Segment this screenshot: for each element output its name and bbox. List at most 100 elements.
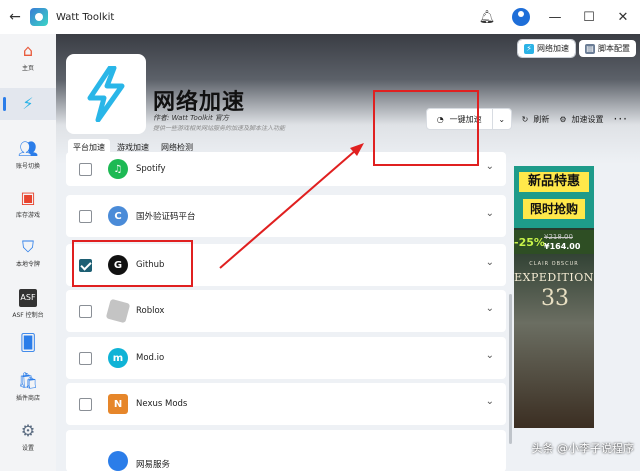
home-icon: ⌂: [22, 41, 34, 60]
description-text: 提供一些游戏相关网站服务的加速及脚本注入功能: [153, 125, 286, 132]
chevron-down-icon[interactable]: ⌄: [486, 208, 494, 219]
item-name: 网易服务: [136, 460, 171, 470]
shield-icon: ⛉: [21, 237, 34, 256]
ad-banner[interactable]: 新品特惠 限时抢购 -25% ¥218.00 ¥164.00 CLAIR OBS…: [514, 166, 594, 428]
sidebar-item-label: 设置: [21, 445, 34, 452]
settings-label: 加速设置: [571, 114, 604, 124]
sidebar-item-label: 库存游戏: [15, 212, 40, 219]
window-controls: 🔔︎ — ☐ ✕: [470, 0, 640, 34]
checkbox[interactable]: [79, 351, 92, 365]
watermark: 头条 @小李子说程序: [531, 442, 635, 455]
annotation-box-accelerate: [373, 90, 479, 166]
tab-label: 网络加速: [537, 44, 569, 53]
sidebar-item-library[interactable]: ▣ 库存游戏: [0, 188, 56, 220]
gear-icon: ⚙: [559, 114, 567, 124]
checkbox[interactable]: [79, 304, 92, 318]
lightning-icon: ⚡︎: [22, 94, 34, 113]
ad-subtitle: CLAIR OBSCUR: [529, 261, 579, 267]
chevron-down-icon[interactable]: ⌄: [486, 350, 494, 361]
sidebar-item-home[interactable]: ⌂ 主页: [0, 41, 56, 73]
page-title: 网络加速: [153, 90, 246, 115]
ad-line1: 新品特惠: [519, 172, 589, 192]
back-arrow-icon[interactable]: ←: [0, 9, 30, 25]
sidebar-item-authenticator[interactable]: ⛉ 本地令牌: [0, 237, 56, 269]
platform-list: ♫ Spotify ⌄ C 国外验证码平台 ⌄ G Github ⌄ Roblo…: [66, 152, 506, 471]
sidebar-item-cards[interactable]: 🂠: [0, 334, 56, 355]
checkbox[interactable]: [79, 162, 92, 176]
minimize-button[interactable]: —: [538, 0, 572, 34]
ad-old-price: ¥218.00: [544, 233, 573, 241]
chevron-down-icon[interactable]: ⌄: [493, 115, 511, 124]
tab-label: 脚本配置: [598, 44, 630, 53]
scrollbar[interactable]: [509, 294, 512, 444]
sidebar-item-accounts[interactable]: 👥︎ 账号切换: [0, 139, 56, 171]
netease-icon: [108, 451, 128, 471]
captcha-icon: C: [108, 206, 128, 226]
accelerate-settings-button[interactable]: ⚙ 加速设置: [559, 114, 603, 125]
sidebar-item-store[interactable]: 🛍︎ 插件商店: [0, 371, 56, 403]
library-icon: ▣: [20, 188, 36, 207]
refresh-button[interactable]: ↻ 刷新: [522, 114, 550, 125]
ad-game-number: 33: [541, 286, 569, 311]
ad-discount: -25%: [514, 235, 545, 249]
item-name: Nexus Mods: [136, 399, 188, 409]
plugin-logo: [66, 54, 146, 134]
item-name: Roblox: [136, 306, 165, 316]
chevron-down-icon[interactable]: ⌄: [486, 303, 494, 314]
list-item[interactable]: Roblox ⌄: [66, 290, 506, 332]
window-title: Watt Toolkit: [56, 11, 115, 23]
sidebar-item-label: ASF 控制台: [12, 312, 44, 319]
refresh-label: 刷新: [533, 114, 550, 124]
annotation-box-github: [72, 240, 193, 287]
maximize-button[interactable]: ☐: [572, 0, 606, 34]
list-item[interactable]: 网易服务: [66, 430, 506, 471]
avatar-icon: [512, 8, 530, 26]
author-text: 作者: Watt Toolkit 官方: [153, 114, 230, 122]
ad-game-title: EXPEDITION: [514, 271, 594, 284]
bell-icon[interactable]: 🔔︎: [470, 0, 504, 34]
chevron-down-icon[interactable]: ⌄: [486, 396, 494, 407]
gear-icon: ⚙: [20, 421, 36, 440]
chevron-down-icon[interactable]: ⌄: [486, 161, 494, 172]
app-logo-icon: [30, 8, 48, 26]
more-button[interactable]: ···: [614, 112, 628, 126]
spotify-icon: ♫: [108, 159, 128, 179]
checkbox[interactable]: [79, 209, 92, 223]
ad-new-price: ¥164.00: [544, 242, 581, 251]
roblox-icon: [105, 298, 131, 324]
checkbox[interactable]: [79, 397, 92, 411]
tab-network-accelerate[interactable]: ⚡︎ 网络加速: [517, 39, 576, 58]
list-item[interactable]: m Mod.io ⌄: [66, 337, 506, 379]
lightning-icon: ⚡︎: [524, 43, 534, 54]
sidebar-item-label: 本地令牌: [15, 261, 40, 268]
item-name: Mod.io: [136, 353, 165, 363]
sidebar-item-settings[interactable]: ⚙ 设置: [0, 421, 56, 453]
close-button[interactable]: ✕: [606, 0, 640, 34]
item-name: Spotify: [136, 164, 166, 174]
title-bar: ← Watt Toolkit 🔔︎ — ☐ ✕: [0, 0, 640, 34]
sidebar-item-accelerate[interactable]: ⚡︎: [0, 88, 56, 120]
sidebar-item-label: 插件商店: [15, 395, 40, 402]
lightning-icon: [87, 66, 125, 122]
nexus-icon: N: [108, 394, 128, 414]
sidebar-item-asf[interactable]: ASF ASF 控制台: [0, 289, 56, 319]
sidebar-item-label: 账号切换: [15, 163, 40, 170]
ad-prices: ¥218.00 ¥164.00: [544, 233, 580, 251]
app-window: ← Watt Toolkit 🔔︎ — ☐ ✕ ⌂ 主页 ⚡︎ 👥︎ 账号切换 …: [0, 0, 640, 471]
modio-icon: m: [108, 348, 128, 368]
store-icon: 🛍︎: [17, 371, 39, 390]
ad-price-bar: -25% ¥218.00 ¥164.00: [514, 230, 594, 254]
users-icon: 👥︎: [17, 139, 39, 158]
ad-line2: 限时抢购: [523, 199, 585, 219]
refresh-icon: ↻: [521, 114, 529, 124]
cards-icon: 🂠: [19, 333, 37, 352]
chevron-down-icon[interactable]: ⌄: [486, 257, 494, 268]
top-tabs: ⚡︎ 网络加速 ▤ 脚本配置: [517, 39, 636, 58]
list-item[interactable]: N Nexus Mods ⌄: [66, 383, 506, 425]
sidebar-item-label: 主页: [21, 65, 34, 72]
asf-icon: ASF: [19, 289, 37, 307]
list-item[interactable]: C 国外验证码平台 ⌄: [66, 195, 506, 237]
tab-script-config[interactable]: ▤ 脚本配置: [579, 40, 636, 57]
script-icon: ▤: [585, 43, 595, 54]
user-avatar[interactable]: [504, 0, 538, 34]
